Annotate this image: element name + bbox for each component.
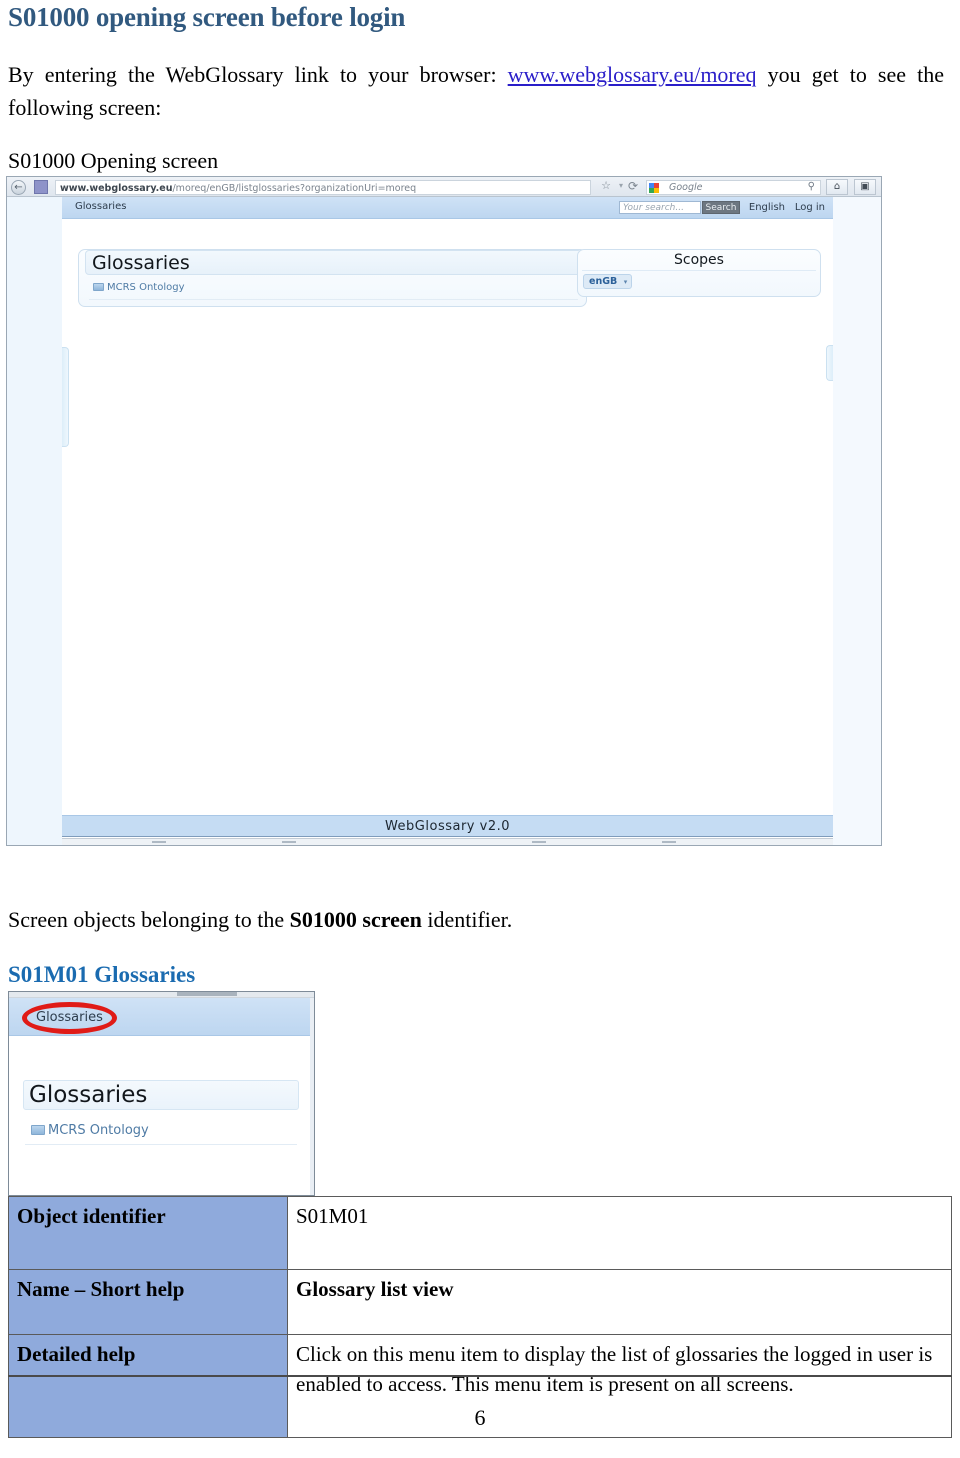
red-highlight-annotation	[22, 1002, 117, 1034]
detail-list-item[interactable]: MCRS Ontology	[31, 1123, 149, 1138]
detail-right-edge	[310, 998, 314, 1195]
bookmark-star-icon[interactable]: ☆	[601, 179, 611, 192]
page-right-rail	[832, 197, 881, 845]
mid-text-before: Screen objects belonging to the	[8, 907, 290, 932]
folder-icon	[31, 1125, 45, 1135]
scopes-panel-title: Scopes	[674, 252, 724, 268]
glossaries-panel: Glossaries MCRS Ontology	[78, 249, 587, 307]
figure-caption: S01000 Opening screen	[8, 148, 219, 173]
scopes-divider	[582, 270, 816, 271]
google-icon	[649, 183, 659, 193]
horizontal-scrollbar[interactable]	[62, 838, 833, 845]
mid-text-after: identifier.	[421, 907, 513, 932]
back-arrow-icon[interactable]: ←	[11, 180, 26, 195]
page-number: 6	[474, 1405, 486, 1430]
list-divider	[89, 299, 578, 300]
detail-list-item-label: MCRS Ontology	[48, 1123, 149, 1138]
address-bar-host: www.webglossary.eu	[60, 183, 173, 194]
table-row: Object identifier S01M01	[8, 1196, 952, 1270]
home-icon[interactable]: ⌂	[826, 179, 848, 195]
page-body: Glossaries Your search... Search English…	[62, 197, 833, 845]
row-value-name-short-help: Glossary list view	[287, 1269, 952, 1335]
row-label-object-identifier: Object identifier	[8, 1196, 288, 1270]
app-search-button[interactable]: Search	[702, 201, 740, 214]
detail-list-divider	[25, 1144, 297, 1145]
web-page-viewport: Glossaries Your search... Search English…	[7, 197, 881, 845]
mid-text-bold: S01000 screen	[289, 907, 422, 932]
language-link[interactable]: English	[749, 202, 785, 213]
scopes-panel: Scopes enGB ▾	[577, 249, 821, 297]
footer-rule	[8, 1375, 952, 1377]
favicon-icon	[34, 180, 48, 194]
detail-navbar: Glossaries	[9, 998, 314, 1036]
list-item[interactable]: MCRS Ontology	[93, 282, 185, 293]
app-search-input[interactable]: Your search...	[619, 201, 701, 214]
page-left-rail	[7, 197, 63, 845]
browser-screenshot-figure: ← www.webglossary.eu/moreq/enGB/listglos…	[6, 176, 882, 846]
row-label-name-short-help: Name – Short help	[8, 1269, 288, 1335]
browser-search-input[interactable]: Google	[646, 180, 821, 195]
row-value-object-identifier: S01M01	[287, 1196, 952, 1270]
glossaries-panel-title: Glossaries	[85, 250, 582, 275]
chevron-down-icon: ▾	[623, 278, 628, 286]
left-rail-collapse-handle[interactable]	[62, 347, 69, 447]
browser-search-placeholder: Google	[669, 182, 703, 193]
scope-tag-label: enGB	[589, 276, 618, 287]
toolbox-icon[interactable]: ▣	[854, 179, 876, 195]
object-spec-table: Object identifier S01M01 Name – Short he…	[8, 1196, 952, 1438]
mid-paragraph: Screen objects belonging to the S01000 s…	[8, 907, 512, 933]
right-rail-collapse-handle[interactable]	[826, 345, 833, 381]
detail-heading: Glossaries	[23, 1080, 299, 1110]
reload-icon[interactable]: ⟳	[628, 179, 638, 193]
page-title: S01000 opening screen before login	[8, 2, 406, 32]
address-bar-path: /moreq/enGB/listglossaries?organizationU…	[172, 183, 417, 194]
search-magnifier-icon[interactable]: ⚲	[808, 181, 815, 192]
browser-toolbar: ← www.webglossary.eu/moreq/enGB/listglos…	[7, 177, 881, 197]
list-item-label: MCRS Ontology	[107, 282, 185, 293]
login-link[interactable]: Log in	[795, 202, 825, 213]
navbar-item-glossaries[interactable]: Glossaries	[75, 201, 126, 212]
screenshot-strip-marker	[177, 992, 237, 996]
app-navbar: Glossaries Your search... Search English…	[62, 197, 833, 219]
address-bar[interactable]: www.webglossary.eu/moreq/enGB/listglossa…	[55, 180, 591, 195]
scope-tag-engb[interactable]: enGB ▾	[583, 274, 633, 289]
chevron-down-icon[interactable]: ▾	[619, 181, 623, 190]
intro-text-before: By entering the WebGlossary link to your…	[8, 62, 508, 87]
app-footer: WebGlossary v2.0	[62, 815, 833, 837]
section-title: S01M01 Glossaries	[8, 962, 196, 987]
table-row: Name – Short help Glossary list view	[8, 1269, 952, 1335]
detail-screenshot-figure: Glossaries Glossaries MCRS Ontology	[8, 991, 315, 1196]
folder-icon	[93, 283, 104, 291]
intro-paragraph: By entering the WebGlossary link to your…	[8, 58, 944, 124]
webglossary-link[interactable]: www.webglossary.eu/moreq	[508, 62, 757, 87]
